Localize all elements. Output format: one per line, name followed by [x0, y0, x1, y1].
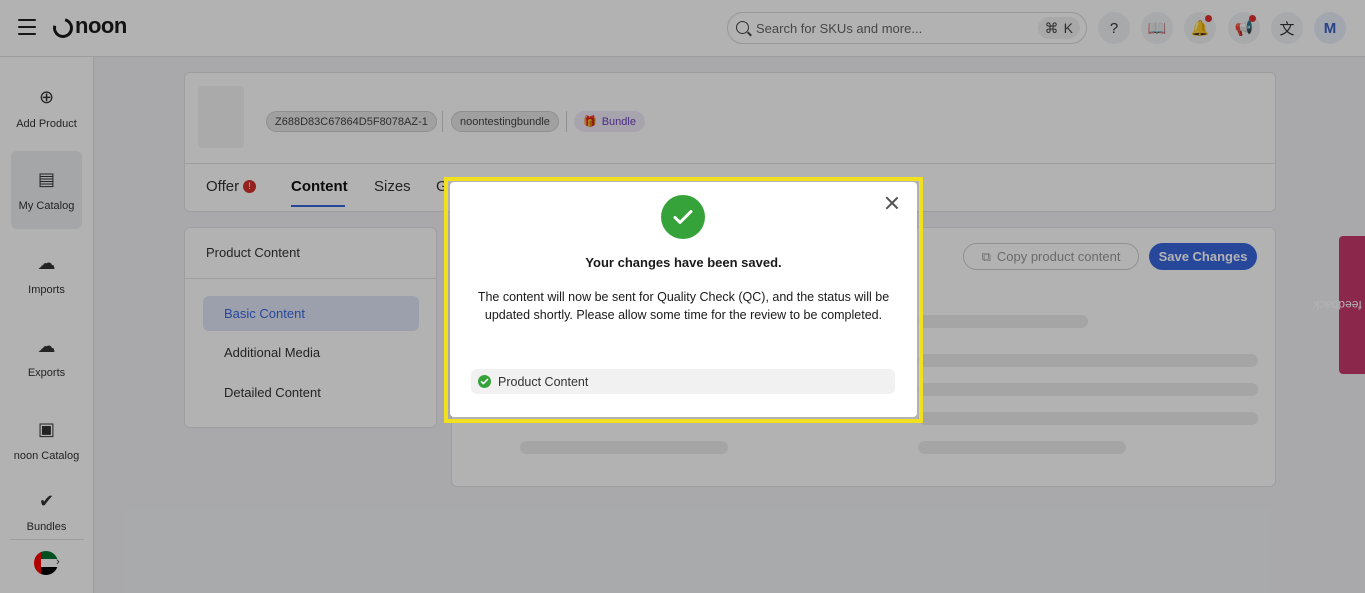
- changes-saved-dialog: Your changes have been saved. The conten…: [450, 182, 917, 417]
- saved-item-row: Product Content: [471, 369, 895, 394]
- check-circle-icon: [478, 375, 491, 388]
- dialog-message: The content will now be sent for Quality…: [477, 290, 890, 322]
- close-icon[interactable]: [883, 194, 901, 212]
- success-check-icon: [661, 195, 705, 239]
- saved-item-label: Product Content: [498, 374, 589, 389]
- dialog-title: Your changes have been saved.: [585, 255, 782, 270]
